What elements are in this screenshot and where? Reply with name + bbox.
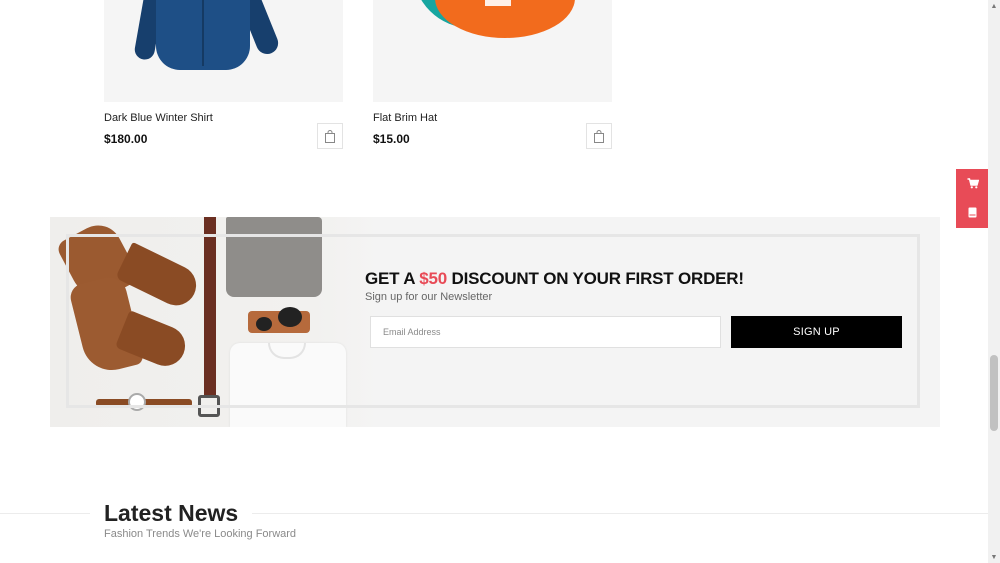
- discount-headline: GET A $50 DISCOUNT ON YOUR FIRST ORDER!: [365, 269, 744, 289]
- product-card[interactable]: Dark Blue Winter Shirt $180.00: [104, 0, 343, 149]
- add-to-cart-button[interactable]: [586, 123, 612, 149]
- product-price: $180.00: [104, 132, 148, 146]
- headline-prefix: GET A: [365, 269, 420, 288]
- floating-side-widget: [956, 169, 989, 228]
- newsletter-banner: GET A $50 DISCOUNT ON YOUR FIRST ORDER! …: [50, 217, 940, 427]
- hat-logo: [485, 0, 511, 6]
- page-scrollbar[interactable]: ▲ ▼: [988, 0, 1000, 563]
- discount-amount: $50: [419, 269, 447, 288]
- side-book-button[interactable]: [956, 198, 989, 227]
- shopping-bag-icon: [325, 129, 335, 143]
- product-image-hat[interactable]: [373, 0, 612, 102]
- add-to-cart-button[interactable]: [317, 123, 343, 149]
- scroll-down-arrow-icon[interactable]: ▼: [988, 551, 1000, 563]
- sign-up-button[interactable]: SIGN UP: [731, 316, 902, 348]
- shirt-placket: [202, 0, 204, 66]
- product-card[interactable]: Flat Brim Hat $15.00: [373, 0, 612, 149]
- book-icon: [968, 207, 977, 218]
- scrollbar-thumb[interactable]: [990, 355, 998, 431]
- product-name[interactable]: Flat Brim Hat: [373, 112, 437, 124]
- headline-suffix: DISCOUNT ON YOUR FIRST ORDER!: [446, 269, 745, 288]
- shopping-bag-icon: [594, 129, 604, 143]
- section-subtitle: Fashion Trends We're Looking Forward: [104, 528, 297, 540]
- newsletter-subheadline: Sign up for our Newsletter: [365, 291, 493, 303]
- email-field[interactable]: [370, 316, 721, 348]
- scroll-up-arrow-icon[interactable]: ▲: [988, 0, 1000, 12]
- cart-icon: [967, 178, 979, 189]
- section-title: Latest News: [90, 500, 253, 527]
- product-name[interactable]: Dark Blue Winter Shirt: [104, 112, 213, 124]
- side-cart-button[interactable]: [956, 169, 989, 198]
- product-price: $15.00: [373, 132, 410, 146]
- product-image-shirt[interactable]: [104, 0, 343, 102]
